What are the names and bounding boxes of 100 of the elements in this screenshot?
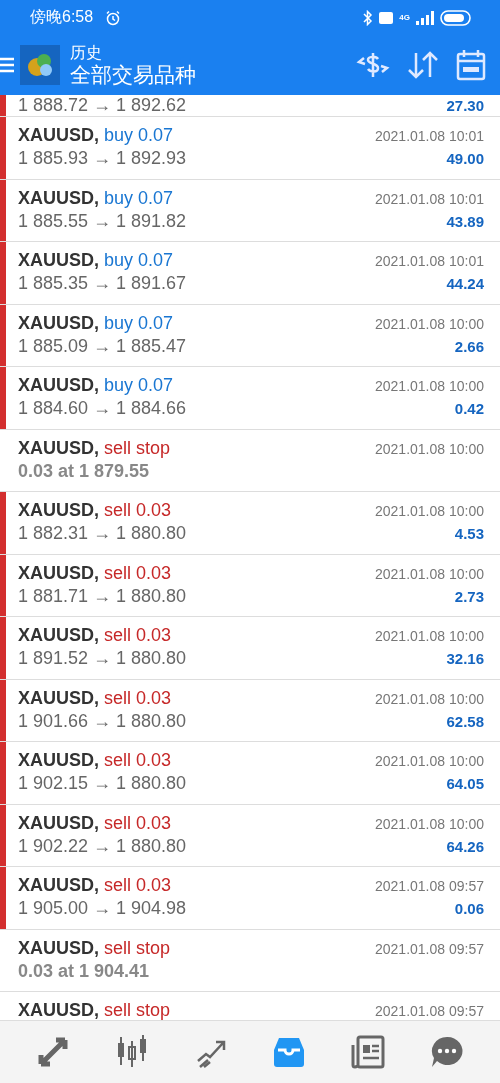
trade-action: sell 0.03	[104, 875, 172, 895]
symbol-text: XAUUSD,	[18, 875, 99, 895]
profit-value: 0.06	[454, 899, 484, 919]
trade-action: buy 0.07	[104, 312, 174, 333]
trade-time: 2021.01.08 10:00	[375, 564, 484, 584]
profit-value: 32.16	[446, 649, 484, 669]
price-text: 1 882.31 → 1 880.80	[18, 523, 187, 544]
trade-action: sell stop	[104, 1000, 171, 1020]
calendar-icon[interactable]	[456, 49, 486, 81]
history-row[interactable]: XAUUSD, sell stop 2021.01.08 09:57 0.03 at 1 904.41	[0, 929, 500, 992]
history-row[interactable]: XAUUSD, sell 0.03 2021.01.08 09:57 1 905.00 → 1 904.98 0.06	[0, 867, 500, 930]
trade-time: 2021.01.08 10:00	[375, 689, 484, 709]
trade-time: 2021.01.08 09:57	[375, 877, 484, 896]
trade-time: 2021.01.08 10:00	[375, 502, 484, 521]
history-row[interactable]: XAUUSD, sell 0.03 2021.01.08 10:00 1 881.71 → 1 880.80 2.73	[0, 554, 500, 617]
symbol-text: XAUUSD,	[18, 312, 99, 333]
history-row[interactable]: XAUUSD, buy 0.07 2021.01.08 10:00 1 884.60 → 1 884.66 0.42	[0, 367, 500, 430]
history-row[interactable]: XAUUSD, buy 0.07 2021.01.08 10:00 1 885.09 → 1 885.47 2.66	[0, 304, 500, 367]
history-row[interactable]: XAUUSD, sell 0.03 2021.01.08 10:00 1 901.66 → 1 880.80 62.58	[0, 679, 500, 742]
history-row[interactable]: XAUUSD, sell stop 2021.01.08 09:57	[0, 992, 500, 1020]
price-text: 0.03 at 1 879.55	[18, 460, 150, 482]
price-text: 1 905.00 → 1 904.98	[18, 898, 187, 919]
trade-time: 2021.01.08 10:00	[375, 314, 484, 334]
trade-time: 2021.01.08 09:57	[375, 1002, 484, 1020]
menu-icon[interactable]	[0, 55, 14, 75]
profit-value: 62.58	[446, 711, 484, 732]
price-text: 1 885.55 → 1 891.82	[18, 210, 187, 232]
symbol-text: XAUUSD,	[18, 187, 99, 208]
network-label: 4G	[399, 13, 410, 22]
symbol-filter[interactable]: 全部交易品种	[70, 62, 340, 88]
price-text: 1 881.71 → 1 880.80	[18, 585, 187, 607]
trade-time: 2021.01.08 10:00	[375, 377, 484, 396]
trade-action: sell stop	[104, 937, 171, 958]
symbol-text: XAUUSD,	[18, 125, 99, 145]
profit-value: 49.00	[446, 149, 484, 169]
profit-value: 43.89	[446, 211, 484, 232]
trade-action: sell stop	[104, 437, 171, 458]
trade-time: 2021.01.08 09:57	[375, 939, 484, 959]
battery-icon	[440, 9, 472, 26]
price-text: 1 885.35 → 1 891.67	[18, 273, 187, 294]
profit-value: 2.73	[454, 586, 484, 607]
trade-action: buy 0.07	[104, 125, 174, 145]
symbol-text: XAUUSD,	[18, 562, 99, 583]
profit-value: 0.42	[454, 399, 484, 419]
profit-value: 44.24	[446, 274, 484, 294]
trade-action: sell 0.03	[104, 812, 172, 833]
price-text: 1 885.93 → 1 892.93	[18, 148, 187, 169]
price-text: 1 891.52 → 1 880.80	[18, 648, 187, 669]
price-text: 0.03 at 1 904.41	[18, 960, 150, 982]
profit-value: 64.05	[446, 774, 484, 794]
price-text: 1 884.60 → 1 884.66	[18, 398, 187, 419]
symbol-text: XAUUSD,	[18, 687, 99, 708]
trade-action: buy 0.07	[104, 250, 174, 270]
symbol-text: XAUUSD,	[18, 625, 99, 645]
history-row[interactable]: XAUUSD, sell stop 2021.01.08 10:00 0.03 at 1 879.55	[0, 429, 500, 492]
history-row[interactable]: 1 888.72 → 1 892.62 27.30	[0, 95, 500, 117]
history-row[interactable]: XAUUSD, buy 0.07 2021.01.08 10:01 1 885.93 → 1 892.93 49.00	[0, 117, 500, 180]
history-row[interactable]: XAUUSD, sell 0.03 2021.01.08 10:00 1 882.31 → 1 880.80 4.53	[0, 492, 500, 555]
history-row[interactable]: XAUUSD, buy 0.07 2021.01.08 10:01 1 885.35 → 1 891.67 44.24	[0, 242, 500, 305]
trade-time: 2021.01.08 10:00	[375, 627, 484, 646]
bluetooth-icon	[363, 9, 374, 26]
profit-value: 64.26	[446, 836, 484, 857]
history-row[interactable]: XAUUSD, buy 0.07 2021.01.08 10:01 1 885.55 → 1 891.82 43.89	[0, 179, 500, 242]
trade-time: 2021.01.08 10:01	[375, 252, 484, 271]
history-row[interactable]: XAUUSD, sell 0.03 2021.01.08 10:00 1 902.15 → 1 880.80 64.05	[0, 742, 500, 805]
symbol-text: XAUUSD,	[18, 1000, 99, 1020]
trade-time: 2021.01.08 10:00	[375, 439, 484, 459]
app-logo-icon	[20, 45, 60, 85]
sort-icon[interactable]	[406, 50, 440, 80]
trade-action: sell 0.03	[104, 500, 172, 520]
dollar-exchange-icon[interactable]	[356, 50, 390, 80]
trade-time: 2021.01.08 10:00	[375, 814, 484, 834]
history-row[interactable]: XAUUSD, sell 0.03 2021.01.08 10:00 1 891.52 → 1 880.80 32.16	[0, 617, 500, 680]
price-text: 1 901.66 → 1 880.80	[18, 710, 187, 732]
trade-action: sell 0.03	[104, 562, 172, 583]
trade-action: buy 0.07	[104, 375, 174, 395]
symbol-text: XAUUSD,	[18, 250, 99, 270]
price-text: 1 885.09 → 1 885.47	[18, 335, 187, 357]
trade-time: 2021.01.08 10:01	[375, 127, 484, 146]
price-text: 1 902.22 → 1 880.80	[18, 835, 187, 857]
trade-time: 2021.01.08 10:01	[375, 189, 484, 209]
trade-time: 2021.01.08 10:00	[375, 752, 484, 771]
trade-action: sell 0.03	[104, 625, 172, 645]
profit-value: 27.30	[446, 96, 484, 116]
history-row[interactable]: XAUUSD, sell 0.03 2021.01.08 10:00 1 902.22 → 1 880.80 64.26	[0, 804, 500, 867]
profit-value: 2.66	[454, 336, 484, 357]
alarm-icon	[105, 9, 122, 26]
symbol-text: XAUUSD,	[18, 375, 99, 395]
symbol-text: XAUUSD,	[18, 750, 99, 770]
price-text: 1 888.72 → 1 892.62	[18, 95, 187, 116]
screen-title: 历史	[70, 42, 103, 62]
symbol-text: XAUUSD,	[18, 500, 99, 520]
symbol-text: XAUUSD,	[18, 812, 99, 833]
profit-value: 4.53	[454, 524, 484, 544]
trade-action: sell 0.03	[104, 750, 172, 770]
status-time: 傍晚6:58	[30, 7, 94, 27]
trade-action: sell 0.03	[104, 687, 172, 708]
trade-action: buy 0.07	[104, 187, 174, 208]
symbol-text: XAUUSD,	[18, 937, 99, 958]
price-text: 1 902.15 → 1 880.80	[18, 773, 187, 794]
